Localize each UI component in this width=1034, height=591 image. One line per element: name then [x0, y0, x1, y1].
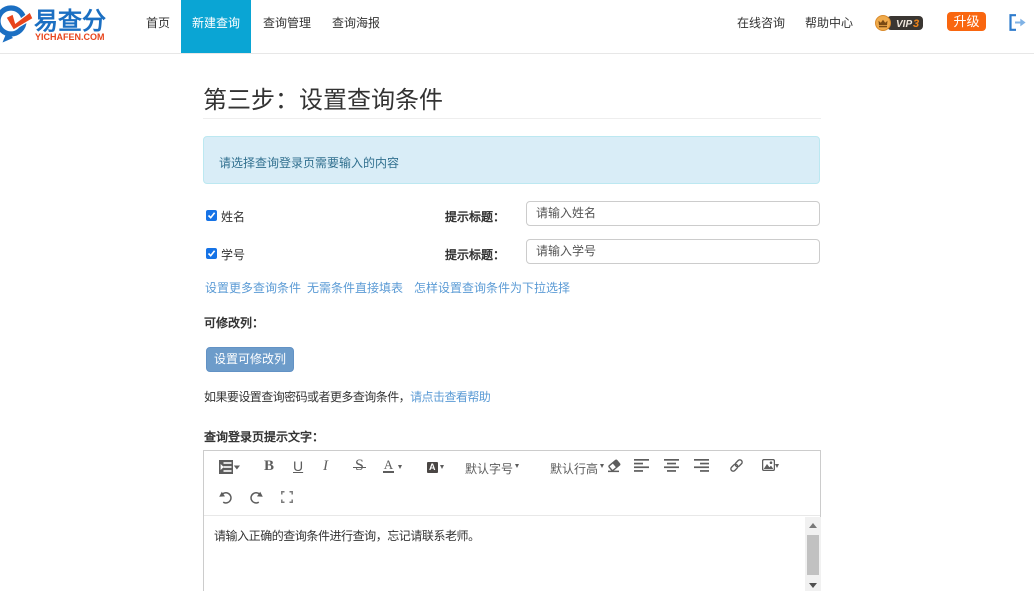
svg-text:VIP: VIP — [896, 19, 912, 30]
svg-text:3: 3 — [913, 18, 919, 30]
